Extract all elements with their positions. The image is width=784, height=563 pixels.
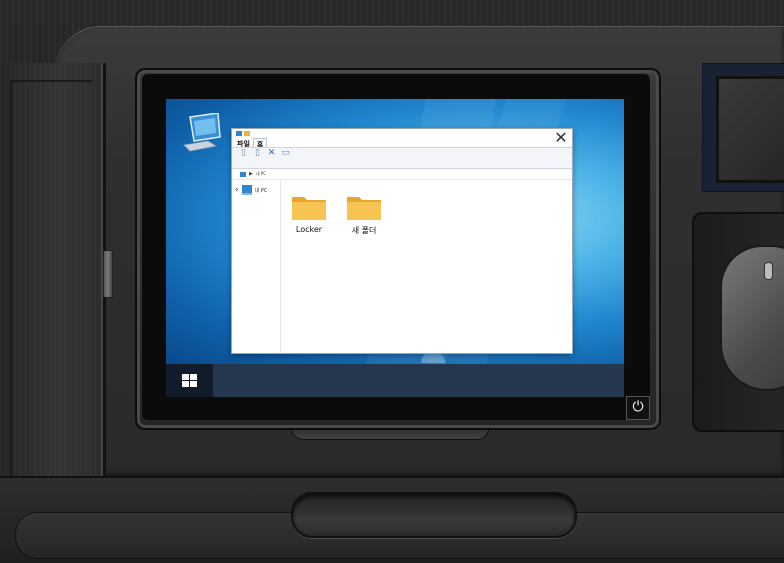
monitor-side-switch[interactable] bbox=[103, 250, 113, 298]
ribbon-button-rename[interactable]: ▭ bbox=[281, 148, 290, 168]
right-wall-panel[interactable] bbox=[716, 76, 784, 183]
ribbon-button-delete[interactable]: ✕ bbox=[267, 148, 276, 168]
folder-label: Locker bbox=[295, 225, 323, 234]
folder-icon bbox=[292, 197, 326, 220]
nav-item-this-pc[interactable]: › 내 PC bbox=[235, 185, 267, 195]
start-button[interactable] bbox=[166, 364, 213, 397]
breadcrumb-arrow-icon[interactable]: ▶ bbox=[249, 171, 253, 177]
taskbar bbox=[166, 364, 624, 397]
power-icon[interactable]: ⏻ bbox=[626, 396, 650, 420]
close-icon[interactable]: ✕ bbox=[552, 129, 570, 147]
copy-icon: ▯ bbox=[241, 148, 246, 158]
computer-icon[interactable] bbox=[180, 112, 224, 155]
folder-icon bbox=[347, 197, 381, 220]
ribbon-button-paste[interactable]: ▯ bbox=[253, 148, 262, 168]
address-bar[interactable]: ▶ 내 PC bbox=[232, 169, 572, 180]
folder-item-locker[interactable]: Locker bbox=[284, 193, 334, 234]
mouse-wheel bbox=[764, 262, 773, 280]
breadcrumb[interactable]: 내 PC bbox=[256, 171, 266, 177]
file-explorer-window[interactable]: ✕ 파일 홈 ▯ ▯ ✕ ▭ ▶ 내 PC › 내 PC Locker 새 폴더 bbox=[231, 128, 573, 354]
navigation-pane: › 내 PC bbox=[232, 181, 281, 352]
quick-access-toolbar bbox=[236, 131, 250, 136]
chevron-right-icon[interactable]: › bbox=[235, 185, 239, 195]
rename-icon: ▭ bbox=[281, 148, 290, 158]
windows-logo-icon bbox=[182, 374, 197, 387]
window-titlebar[interactable] bbox=[232, 129, 572, 139]
pc-nav-icon bbox=[241, 185, 252, 195]
computer-mouse[interactable] bbox=[720, 245, 784, 391]
monitor-shape bbox=[183, 112, 221, 152]
left-cabinet-panel bbox=[10, 80, 92, 492]
pc-address-icon bbox=[240, 171, 246, 177]
ribbon-button-copy[interactable]: ▯ bbox=[239, 148, 248, 168]
folder-item-new-folder[interactable]: 새 폴더 bbox=[339, 193, 389, 236]
paste-icon: ▯ bbox=[255, 148, 260, 158]
folder-label: 새 폴더 bbox=[351, 226, 377, 235]
nav-item-label: 내 PC bbox=[254, 187, 268, 194]
ribbon-toolbar: ▯ ▯ ✕ ▭ bbox=[232, 147, 572, 169]
folder-content-area: Locker 새 폴더 bbox=[281, 181, 571, 352]
delete-icon: ✕ bbox=[267, 148, 276, 158]
drawer-handle[interactable] bbox=[291, 492, 577, 538]
folder-small-icon bbox=[244, 131, 250, 136]
pc-small-icon bbox=[236, 131, 242, 136]
